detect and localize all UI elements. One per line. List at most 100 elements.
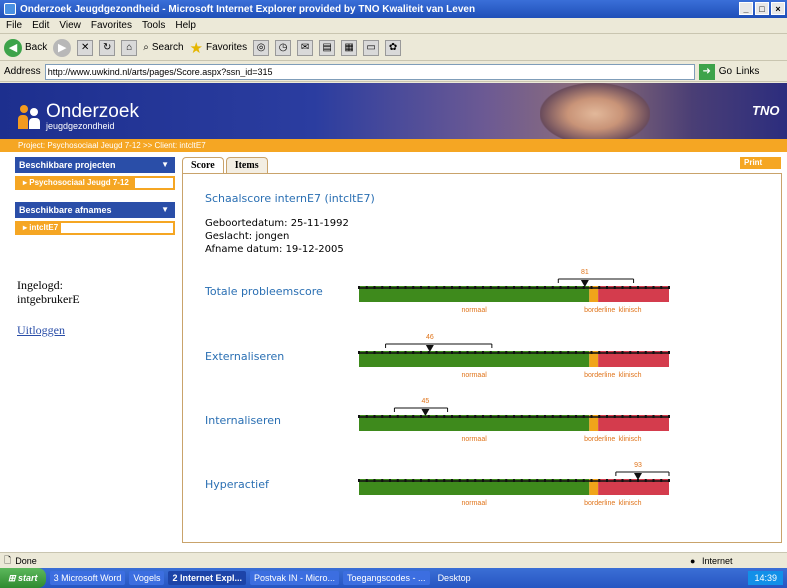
scale-tick <box>644 415 647 418</box>
menu-view[interactable]: View <box>59 20 81 31</box>
banner-photo <box>540 83 650 139</box>
menu-file[interactable]: File <box>6 20 22 31</box>
forward-button[interactable]: ▶ <box>53 38 72 57</box>
minimize-button[interactable]: _ <box>739 2 753 15</box>
scale-tick <box>381 415 384 418</box>
stop-icon[interactable]: ✕ <box>77 39 94 56</box>
menu-help[interactable]: Help <box>175 20 196 31</box>
scale-tick <box>497 351 500 354</box>
task-outlook[interactable]: Postvak IN - Micro... <box>249 571 339 585</box>
media-icon[interactable]: ◎ <box>253 39 270 56</box>
scale-tick <box>466 286 469 289</box>
scale-tick <box>412 351 415 354</box>
window-titlebar[interactable]: Onderzoek Jeugdgezondheid - Microsoft In… <box>0 0 787 18</box>
scale-tick <box>637 415 639 418</box>
site-logo[interactable]: Onderzoek jeugdgezondheid <box>18 102 139 131</box>
menu-tools[interactable]: Tools <box>142 20 165 31</box>
scale-tick <box>513 479 515 482</box>
scale-tick <box>435 479 438 482</box>
scale-tick <box>358 286 360 289</box>
scale-tick <box>528 351 531 354</box>
scale-tick <box>427 415 430 418</box>
afname-item[interactable]: ▸ intcltE7 <box>15 221 175 235</box>
home-icon[interactable]: ⌂ <box>121 39 138 56</box>
task-toegang[interactable]: Toegangscodes - ... <box>343 571 430 585</box>
go-button[interactable]: Go <box>719 66 732 77</box>
maximize-button[interactable]: □ <box>755 2 769 15</box>
scale-tick <box>567 479 570 482</box>
projects-header: Beschikbare projecten <box>19 160 116 170</box>
task-word[interactable]: 3 Microsoft Word <box>49 571 126 585</box>
close-button[interactable]: × <box>771 2 785 15</box>
scale-tick <box>660 415 663 418</box>
task-ie[interactable]: 2 Internet Expl... <box>168 571 246 585</box>
scale-tick <box>590 415 593 418</box>
scale-tick <box>389 479 391 482</box>
scale-tick <box>544 351 546 354</box>
forward-arrow-icon: ▶ <box>53 38 72 57</box>
afnames-panel: Beschikbare afnames ▼ ▸ intcltE7 <box>15 202 175 235</box>
edit-icon[interactable]: ▦ <box>341 39 358 56</box>
scale-tick <box>412 286 415 289</box>
projects-panel: Beschikbare projecten ▼ ▸ Psychosociaal … <box>15 157 175 190</box>
logged-in-label: Ingelogd: <box>17 278 63 292</box>
zone-label: normaal <box>461 307 487 314</box>
projects-dropdown[interactable]: Beschikbare projecten ▼ <box>15 157 175 173</box>
scale-tick <box>606 351 608 354</box>
scale-tick <box>613 415 616 418</box>
scale-tick <box>582 415 585 418</box>
scale-tick <box>482 286 484 289</box>
back-button[interactable]: ◀ Back <box>4 38 48 57</box>
scale-tick <box>373 286 376 289</box>
scale-tick <box>404 479 407 482</box>
scale-tick <box>358 351 360 354</box>
refresh-icon[interactable]: ↻ <box>99 39 116 56</box>
history-icon[interactable]: ◷ <box>275 39 292 56</box>
scale-tick <box>652 479 655 482</box>
scale-tick <box>396 415 399 418</box>
go-arrow-icon[interactable]: ➜ <box>698 63 715 80</box>
star-icon: ★ <box>189 39 203 57</box>
links-button[interactable]: Links <box>736 66 759 77</box>
favorites-button[interactable]: ★ Favorites <box>190 39 248 57</box>
task-desktop[interactable]: Desktop <box>434 571 475 585</box>
scale-tick <box>435 351 438 354</box>
tab-score[interactable]: Score <box>182 157 224 173</box>
favorites-label: Favorites <box>205 42 248 53</box>
scale-tick <box>474 479 477 482</box>
scale-tick <box>451 351 453 354</box>
score-value-label: 45 <box>422 398 430 405</box>
partner-logo: TNO <box>752 103 780 118</box>
back-label: Back <box>25 42 48 53</box>
tab-items[interactable]: Items <box>225 157 268 173</box>
scale-tick <box>427 479 430 482</box>
scale-tick <box>396 286 399 289</box>
search-icon: ⌕ <box>143 42 149 53</box>
menu-edit[interactable]: Edit <box>32 20 49 31</box>
scale-tick <box>613 479 616 482</box>
project-item[interactable]: ▸ Psychosociaal Jeugd 7-12 <box>15 176 175 190</box>
scale-tick <box>389 286 391 289</box>
menu-favorites[interactable]: Favorites <box>91 20 132 31</box>
zone-label: normaal <box>461 436 487 443</box>
address-input[interactable] <box>44 63 695 80</box>
scale-tick <box>482 415 484 418</box>
scale-tick <box>575 351 577 354</box>
search-button[interactable]: ⌕ Search <box>143 42 183 53</box>
scale-tick <box>637 286 639 289</box>
scale-tick <box>435 286 438 289</box>
task-vogels[interactable]: Vogels <box>129 571 165 585</box>
scale-tick <box>567 286 570 289</box>
zone-label: borderline <box>584 307 615 314</box>
scale-tick <box>520 286 523 289</box>
print-button[interactable]: Print <box>740 157 781 169</box>
afnames-dropdown[interactable]: Beschikbare afnames ▼ <box>15 202 175 218</box>
logout-link[interactable]: Uitloggen <box>17 323 65 338</box>
scale-tick <box>451 415 453 418</box>
folder-icon[interactable]: ▭ <box>363 39 380 56</box>
messenger-icon[interactable]: ✿ <box>385 39 402 56</box>
mail-icon[interactable]: ✉ <box>297 39 314 56</box>
start-button[interactable]: ⊞ start <box>0 568 46 588</box>
print-icon[interactable]: ▤ <box>319 39 336 56</box>
scale-tick <box>559 479 562 482</box>
